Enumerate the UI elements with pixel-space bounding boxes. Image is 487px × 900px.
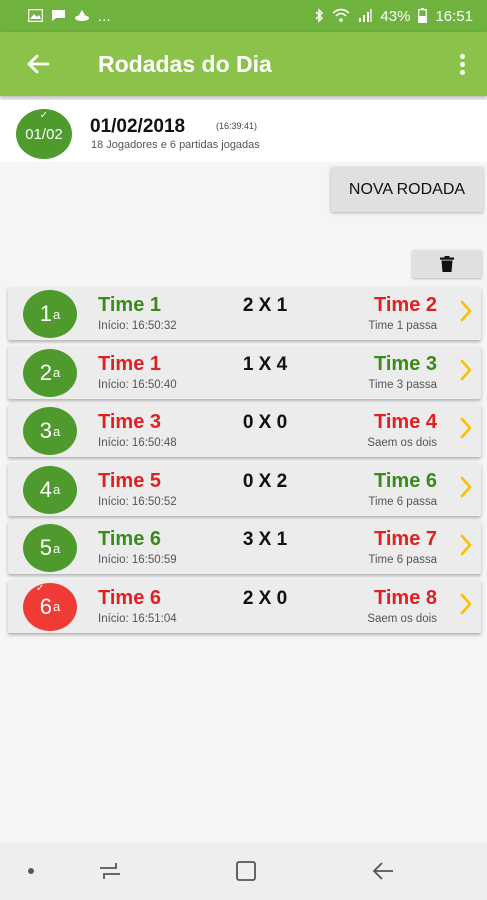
- round-ordinal: a: [53, 482, 61, 497]
- more-notifications: ...: [98, 7, 111, 25]
- round-card[interactable]: 4 a Time 5 Início: 16:50:52 0 X 2 Time 6 Time …: [8, 462, 481, 516]
- round-result: Saem os dois: [367, 437, 437, 449]
- battery-icon: [418, 7, 428, 25]
- start-time: Início: 16:50:32: [98, 320, 177, 332]
- more-vert-icon: [459, 53, 465, 75]
- chevron-right-icon[interactable]: [459, 416, 473, 445]
- start-time: Início: 16:50:40: [98, 378, 177, 391]
- round-ordinal: a: [53, 540, 61, 556]
- chevron-right-icon[interactable]: [459, 533, 473, 562]
- score: 2 X 1: [242, 295, 288, 316]
- round-badge: 4a: [23, 465, 77, 514]
- round-result: Time 1 passa: [368, 320, 437, 332]
- away-team: Time 2: [374, 294, 437, 316]
- round-result: Time 6 passa: [368, 495, 437, 508]
- score: 0 X 0: [242, 412, 288, 433]
- round-result: Saem os dois: [367, 612, 437, 625]
- away-team: Time 4: [374, 411, 437, 433]
- page-title: Rodadas do Dia: [98, 50, 272, 77]
- home-team: Time 1: [98, 294, 161, 316]
- trash-icon: [440, 256, 454, 272]
- round-badge: 5a: [23, 524, 77, 572]
- home-team: Time 3: [98, 411, 161, 433]
- day-header-card: ✓ 01/02 01/02/2018 (16:39:41) 18 Jogador…: [0, 100, 487, 162]
- day-badge-label: 01/02: [25, 125, 63, 143]
- home-team: Time 6: [98, 528, 161, 550]
- chevron-right-icon[interactable]: [459, 299, 473, 328]
- day-date: 01/02/2018: [90, 116, 186, 137]
- arrow-back-icon: [27, 54, 50, 74]
- image-notification-icon: [27, 8, 44, 24]
- status-bar: ... 43% 16:51: [0, 0, 487, 32]
- day-summary: 18 Jogadores e 6 partidas jogadas: [91, 139, 260, 151]
- wifi-icon: [332, 8, 350, 24]
- round-card[interactable]: 5 a Time 6 Início: 16:50:59 3 X 1 Time 7 Time …: [8, 521, 481, 574]
- round-badge: 3a: [23, 407, 77, 455]
- round-number: 4: [39, 476, 52, 502]
- round-number: 5: [39, 535, 52, 560]
- check-icon: ✓: [39, 110, 49, 121]
- home-team: Time 1: [98, 352, 161, 375]
- home-team: Time 6: [98, 586, 161, 609]
- app-notification-icon: [74, 9, 90, 24]
- start-time: Início: 16:50:52: [98, 495, 177, 508]
- score: 2 X 0: [242, 587, 288, 609]
- home-icon[interactable]: [235, 860, 257, 887]
- chevron-right-icon[interactable]: [459, 475, 473, 504]
- round-ordinal: a: [53, 365, 61, 380]
- round-ordinal: a: [53, 306, 61, 322]
- start-time: Início: 16:51:04: [98, 612, 177, 625]
- score: 0 X 2: [242, 470, 288, 492]
- round-badge: 2a: [23, 348, 77, 397]
- round-ordinal: a: [53, 599, 61, 614]
- recent-apps-icon[interactable]: [98, 860, 122, 887]
- home-team: Time 5: [98, 469, 161, 492]
- new-round-button[interactable]: NOVA RODADA: [331, 167, 483, 212]
- away-team: Time 6: [374, 469, 437, 492]
- rounds-list: 1 a Time 1 Início: 16:50:32 2 X 1 Time 2 Time …: [8, 287, 481, 638]
- round-number: 1: [39, 301, 52, 326]
- away-team: Time 8: [374, 586, 437, 609]
- start-time: Início: 16:50:48: [98, 437, 177, 449]
- chevron-right-icon[interactable]: [459, 358, 473, 387]
- round-card[interactable]: 1 a Time 1 Início: 16:50:32 2 X 1 Time 2 Time …: [8, 287, 481, 340]
- clock: 16:51: [435, 7, 473, 25]
- round-number: 2: [39, 359, 52, 385]
- message-notification-icon: [51, 9, 66, 24]
- score: 1 X 4: [242, 353, 288, 375]
- delete-button[interactable]: [412, 250, 482, 278]
- round-badge: 1a: [23, 290, 77, 338]
- round-result: Time 6 passa: [368, 554, 437, 566]
- bluetooth-icon: [314, 7, 324, 25]
- battery-percent: 43%: [380, 7, 411, 25]
- start-time: Início: 16:50:59: [98, 554, 177, 566]
- back-button[interactable]: [0, 32, 76, 96]
- round-card[interactable]: 2 a Time 1 Início: 16:50:40 1 X 4 Time 3 Time …: [8, 345, 481, 399]
- round-card[interactable]: ✓ 6 a Time 6 Início: 16:51:04 2 X 0 Time 8 Saem…: [8, 579, 481, 633]
- app-bar: Rodadas do Dia: [0, 32, 487, 96]
- nav-dot-icon[interactable]: [28, 868, 34, 874]
- round-number: 3: [39, 418, 52, 443]
- day-badge: ✓ 01/02: [16, 109, 72, 159]
- round-badge: ✓ 6 a: [23, 582, 77, 631]
- check-icon: ✓: [36, 582, 45, 594]
- status-right: 43% 16:51: [314, 7, 473, 25]
- away-team: Time 3: [374, 352, 437, 375]
- system-nav-bar: [0, 842, 487, 900]
- round-ordinal: a: [53, 423, 61, 439]
- chevron-right-icon[interactable]: [459, 592, 473, 621]
- round-card[interactable]: 3 a Time 3 Início: 16:50:48 0 X 0 Time 4 Saem …: [8, 404, 481, 457]
- status-left: ...: [27, 7, 111, 25]
- round-number: 6: [39, 593, 52, 619]
- overflow-menu-button[interactable]: [437, 32, 487, 96]
- day-time: (16:39:41): [216, 121, 258, 131]
- round-result: Time 3 passa: [368, 378, 437, 391]
- back-nav-icon[interactable]: [371, 860, 395, 887]
- signal-icon: [358, 8, 373, 24]
- score: 3 X 1: [242, 529, 288, 550]
- away-team: Time 7: [374, 528, 437, 550]
